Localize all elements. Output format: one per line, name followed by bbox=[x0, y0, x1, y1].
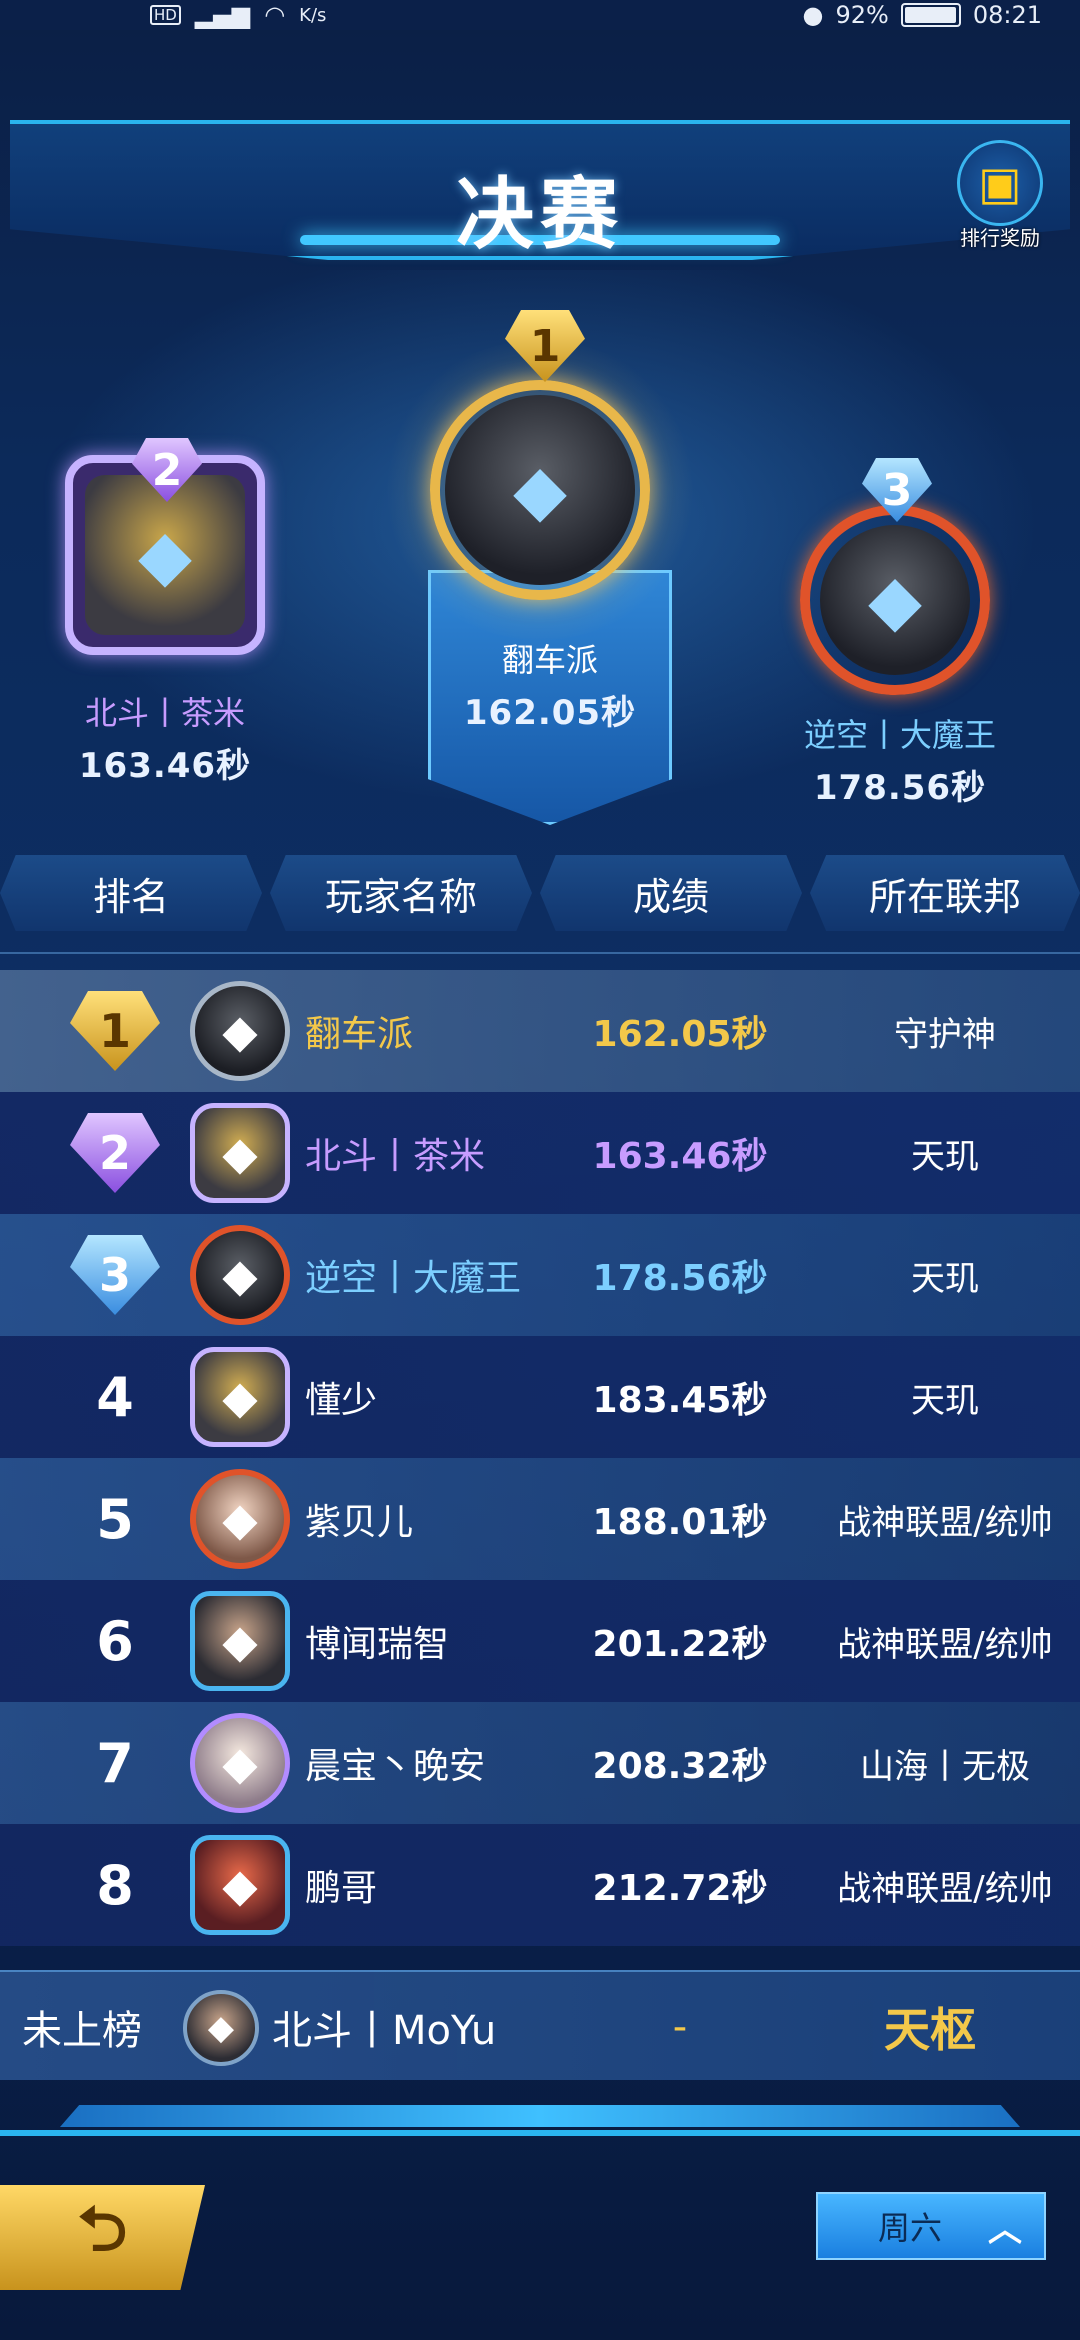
first-place-avatar[interactable]: ◆ bbox=[380, 340, 700, 640]
player-score: 183.45秒 bbox=[592, 1380, 768, 1421]
signal-icon: ▂▄▆ bbox=[194, 1, 251, 29]
player-avatar[interactable]: ◆ bbox=[190, 981, 290, 1081]
player-federation: 天玑 bbox=[911, 1380, 979, 1421]
player-score: 163.46秒 bbox=[592, 1136, 768, 1177]
chevron-up-icon: ︿ bbox=[988, 2209, 1022, 2250]
player-name: 懂少 bbox=[305, 1380, 378, 1421]
my-avatar[interactable]: ◆ bbox=[183, 1990, 259, 2066]
first-place-time: 162.05秒 bbox=[463, 693, 637, 733]
gift-icon: ▣ bbox=[957, 140, 1043, 226]
player-name: 逆空丨大魔王 bbox=[305, 1258, 522, 1299]
column-score: 成绩 bbox=[540, 855, 802, 931]
column-federation: 所在联邦 bbox=[810, 855, 1080, 931]
player-name: 鹏哥 bbox=[305, 1868, 378, 1909]
player-score: 178.56秒 bbox=[592, 1258, 768, 1299]
player-federation: 战神联盟/统帅 bbox=[837, 1868, 1053, 1909]
rank-number: 4 bbox=[96, 1365, 134, 1429]
table-row[interactable]: 1 ◆ 翻车派 162.05秒 守护神 bbox=[0, 970, 1080, 1092]
title-banner: 决赛 bbox=[0, 110, 1080, 270]
back-arrow-icon: ⮌ bbox=[77, 2192, 128, 2265]
hd-indicator: HD bbox=[150, 5, 181, 25]
rank-number: 6 bbox=[96, 1609, 134, 1673]
player-avatar[interactable]: ◆ bbox=[190, 1713, 290, 1813]
column-player: 玩家名称 bbox=[270, 855, 532, 931]
rank-1-badge: 1 bbox=[70, 991, 160, 1071]
player-avatar[interactable]: ◆ bbox=[190, 1347, 290, 1447]
table-row[interactable]: 3 ◆ 逆空丨大魔王 178.56秒 天玑 bbox=[0, 1214, 1080, 1336]
rank-number: 5 bbox=[96, 1487, 134, 1551]
page-title: 决赛 bbox=[455, 170, 624, 260]
player-name: 北斗丨茶米 bbox=[305, 1136, 486, 1177]
player-name: 晨宝丶晚安 bbox=[305, 1746, 486, 1787]
not-ranked-label: 未上榜 bbox=[22, 2008, 142, 2054]
table-row[interactable]: 4 ◆ 懂少 183.45秒 天玑 bbox=[0, 1336, 1080, 1458]
rank-2-badge: 2 bbox=[70, 1113, 160, 1193]
player-score: 208.32秒 bbox=[592, 1746, 768, 1787]
third-place-name: 逆空丨大魔王 bbox=[803, 716, 996, 754]
my-name: 北斗丨MoYu bbox=[272, 2008, 497, 2054]
network-speed: K/s bbox=[299, 4, 327, 26]
day-selector-button[interactable]: 周六 ︿ bbox=[816, 2192, 1046, 2260]
player-avatar[interactable]: ◆ bbox=[190, 1103, 290, 1203]
rank-number: 7 bbox=[96, 1731, 134, 1795]
table-row[interactable]: 5 ◆ 紫贝儿 188.01秒 战神联盟/统帅 bbox=[0, 1458, 1080, 1580]
location-icon: ● bbox=[802, 1, 824, 29]
third-place-time: 178.56秒 bbox=[813, 768, 987, 808]
table-row[interactable]: 6 ◆ 博闻瑞智 201.22秒 战神联盟/统帅 bbox=[0, 1580, 1080, 1702]
player-federation: 山海丨无极 bbox=[860, 1746, 1030, 1787]
player-avatar[interactable]: ◆ bbox=[190, 1591, 290, 1691]
player-name: 紫贝儿 bbox=[305, 1502, 414, 1543]
player-federation: 战神联盟/统帅 bbox=[837, 1624, 1053, 1665]
table-row[interactable]: 8 ◆ 鹏哥 212.72秒 战神联盟/统帅 bbox=[0, 1824, 1080, 1946]
ranking-reward-label: 排行奖励 bbox=[960, 226, 1040, 250]
player-score: 188.01秒 bbox=[592, 1502, 768, 1543]
divider bbox=[0, 952, 1080, 954]
player-avatar[interactable]: ◆ bbox=[190, 1469, 290, 1569]
player-avatar[interactable]: ◆ bbox=[190, 1835, 290, 1935]
ranking-reward-button[interactable]: ▣ 排行奖励 bbox=[950, 140, 1050, 252]
my-score: - bbox=[672, 2004, 688, 2050]
second-place-name: 北斗丨茶米 bbox=[84, 694, 245, 732]
first-place-name: 翻车派 bbox=[501, 641, 598, 679]
second-place-time: 163.46秒 bbox=[78, 746, 252, 786]
helmet-icon: ◆ bbox=[820, 525, 970, 675]
table-row[interactable]: 7 ◆ 晨宝丶晚安 208.32秒 山海丨无极 bbox=[0, 1702, 1080, 1824]
status-bar: HD ▂▄▆ ◠ K/s ● 92% 08:21 bbox=[0, 0, 1080, 30]
player-federation: 天玑 bbox=[911, 1258, 979, 1299]
table-row[interactable]: 2 ◆ 北斗丨茶米 163.46秒 天玑 bbox=[0, 1092, 1080, 1214]
rank-number: 8 bbox=[96, 1853, 134, 1917]
player-score: 201.22秒 bbox=[592, 1624, 768, 1665]
helmet-icon: ◆ bbox=[445, 395, 635, 585]
third-place-avatar[interactable]: ◆ bbox=[790, 500, 1000, 700]
battery-icon bbox=[900, 3, 961, 27]
player-name: 博闻瑞智 bbox=[305, 1624, 450, 1665]
podium: ◆ 1 翻车派 162.05秒 ◆ 2 北斗丨茶米 163.46秒 ◆ 3 逆空… bbox=[0, 270, 1080, 830]
player-avatar[interactable]: ◆ bbox=[190, 1225, 290, 1325]
back-button[interactable]: ⮌ bbox=[0, 2185, 205, 2290]
battery-percent: 92% bbox=[835, 1, 889, 29]
clock: 08:21 bbox=[972, 1, 1042, 29]
player-score: 162.05秒 bbox=[592, 1014, 768, 1055]
rank-3-badge: 3 bbox=[70, 1235, 160, 1315]
leaderboard-header: 排名 玩家名称 成绩 所在联邦 bbox=[0, 855, 1080, 931]
player-federation: 天玑 bbox=[911, 1136, 979, 1177]
player-federation: 守护神 bbox=[894, 1014, 996, 1055]
player-score: 212.72秒 bbox=[592, 1868, 768, 1909]
my-rank-row[interactable]: 未上榜 ◆ 北斗丨MoYu - 天枢 bbox=[0, 1970, 1080, 2080]
day-label: 周六 bbox=[878, 2209, 943, 2247]
player-federation: 战神联盟/统帅 bbox=[837, 1502, 1053, 1543]
my-federation: 天枢 bbox=[884, 2003, 976, 2057]
column-rank: 排名 bbox=[0, 855, 262, 931]
wifi-icon: ◠ bbox=[264, 1, 286, 29]
player-name: 翻车派 bbox=[305, 1014, 414, 1055]
bottom-frame bbox=[0, 2085, 1080, 2155]
